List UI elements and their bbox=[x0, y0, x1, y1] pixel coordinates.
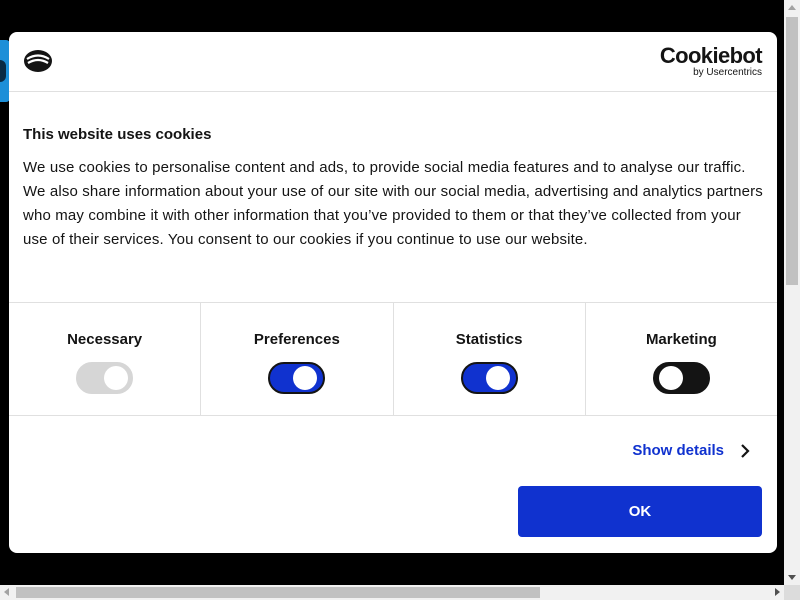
show-details-label: Show details bbox=[632, 442, 724, 459]
show-details-link[interactable]: Show details bbox=[632, 442, 750, 459]
horizontal-scrollbar[interactable] bbox=[0, 585, 784, 600]
details-row: Show details bbox=[9, 416, 777, 486]
scroll-left-arrow-icon[interactable] bbox=[4, 588, 9, 596]
cookie-consent-dialog: Cookiebot by Usercentrics This website u… bbox=[9, 32, 777, 553]
brand-byline: by Usercentrics bbox=[693, 67, 762, 78]
category-preferences: Preferences bbox=[201, 303, 394, 415]
preferences-toggle[interactable] bbox=[268, 362, 326, 394]
cookie-category-toggles: Necessary Preferences Statistics Marketi… bbox=[9, 303, 777, 416]
marketing-toggle[interactable] bbox=[652, 362, 710, 394]
category-marketing: Marketing bbox=[586, 303, 777, 415]
category-label: Marketing bbox=[645, 331, 717, 348]
cookie-icon bbox=[24, 50, 52, 72]
dialog-title: This website uses cookies bbox=[23, 126, 212, 143]
category-necessary: Necessary bbox=[9, 303, 202, 415]
toggle-knob bbox=[485, 366, 510, 390]
scrollbar-corner bbox=[784, 585, 800, 600]
category-statistics: Statistics bbox=[394, 303, 586, 415]
category-label: Preferences bbox=[253, 331, 340, 348]
horizontal-scroll-thumb[interactable] bbox=[16, 587, 540, 598]
dialog-header: Cookiebot by Usercentrics bbox=[9, 32, 777, 92]
scroll-up-arrow-icon[interactable] bbox=[788, 5, 796, 10]
scroll-right-arrow-icon[interactable] bbox=[775, 588, 780, 596]
necessary-toggle bbox=[76, 362, 134, 394]
vertical-scroll-thumb[interactable] bbox=[786, 17, 798, 285]
dialog-body: This website uses cookies We use cookies… bbox=[9, 92, 777, 303]
cookiebot-logo: Cookiebot by Usercentrics bbox=[659, 43, 763, 79]
dialog-description: We use cookies to personalise content an… bbox=[23, 159, 763, 248]
toggle-knob bbox=[104, 366, 129, 390]
brand-name: Cookiebot bbox=[659, 43, 763, 68]
statistics-toggle[interactable] bbox=[460, 362, 518, 394]
category-label: Necessary bbox=[67, 331, 143, 348]
chevron-right-icon bbox=[741, 443, 750, 458]
vertical-scrollbar[interactable] bbox=[784, 0, 800, 585]
category-label: Statistics bbox=[455, 331, 523, 348]
toggle-knob bbox=[293, 366, 318, 390]
toggle-knob bbox=[658, 366, 683, 390]
scroll-down-arrow-icon[interactable] bbox=[788, 575, 796, 580]
ok-button[interactable]: OK bbox=[518, 486, 762, 537]
